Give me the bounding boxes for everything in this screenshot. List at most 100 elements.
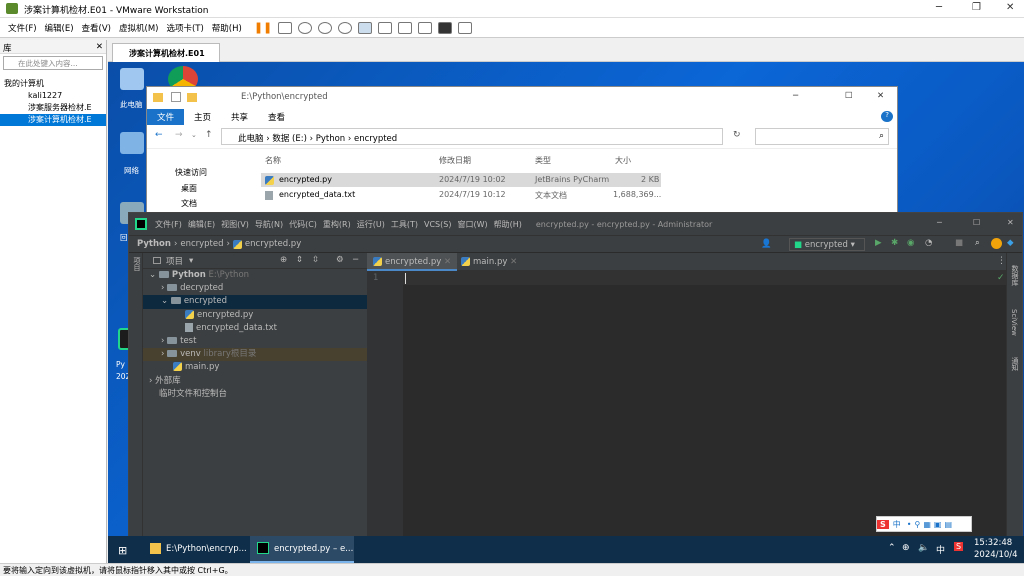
- project-dropdown-icon[interactable]: ▾: [189, 256, 193, 266]
- sogou-tray-icon[interactable]: S: [954, 542, 964, 551]
- tree-item[interactable]: 临时文件和控制台: [143, 388, 367, 401]
- forward-icon[interactable]: →: [175, 130, 183, 140]
- expand-all-icon[interactable]: ⇕: [296, 255, 303, 265]
- pc-menu-file[interactable]: 文件(F): [155, 219, 182, 230]
- vm-tab[interactable]: 涉案计算机检材.E01: [112, 43, 220, 62]
- inspection-ok-icon[interactable]: ✓: [997, 273, 1005, 283]
- volume-icon[interactable]: 🔈: [918, 543, 929, 553]
- sogou-icon[interactable]: S: [877, 519, 889, 529]
- pause-icon[interactable]: ❚❚: [254, 21, 272, 34]
- minimize-icon[interactable]: ─: [936, 2, 942, 13]
- tray-chevron-icon[interactable]: ⌃: [888, 543, 896, 553]
- fullscreen-icon[interactable]: [398, 21, 413, 34]
- explorer-maximize-icon[interactable]: ☐: [845, 91, 853, 101]
- quick-access[interactable]: 快速访问: [175, 167, 207, 178]
- pc-menu-window[interactable]: 窗口(W): [457, 219, 487, 230]
- user-icon[interactable]: 👤: [761, 239, 772, 249]
- explorer-close-icon[interactable]: ✕: [877, 91, 884, 101]
- menu-view[interactable]: 查看(V): [82, 22, 111, 34]
- ime-tools-icon[interactable]: •⚲▦▣▤: [907, 520, 955, 529]
- tree-item[interactable]: › decrypted: [143, 282, 367, 295]
- project-tool-label[interactable]: 项目: [132, 257, 142, 271]
- tree-server-image[interactable]: 涉案服务器检材.E: [0, 102, 106, 114]
- new-folder-icon[interactable]: [187, 93, 197, 102]
- library-view-icon[interactable]: [358, 21, 373, 34]
- taskbar-explorer[interactable]: E:\Python\encryp...: [142, 536, 247, 563]
- crumb-python[interactable]: Python: [316, 134, 345, 144]
- close-icon[interactable]: ✕: [1006, 2, 1014, 13]
- revert-snapshot-icon[interactable]: [318, 21, 333, 34]
- send-keys-icon[interactable]: [278, 21, 293, 34]
- crumb-project[interactable]: Python: [137, 239, 171, 249]
- tree-my-computer[interactable]: 我的计算机: [0, 78, 106, 90]
- ribbon-view[interactable]: 查看: [258, 109, 295, 125]
- crumb-encrypted[interactable]: encrypted: [354, 134, 397, 144]
- explorer-minimize-icon[interactable]: ─: [793, 91, 798, 101]
- notifications-tool-label[interactable]: 通知: [1010, 357, 1020, 371]
- tree-item[interactable]: › 外部库: [143, 375, 367, 388]
- collapse-all-icon[interactable]: ⇳: [312, 255, 319, 265]
- debug-icon[interactable]: ✱: [891, 238, 898, 248]
- input-mode[interactable]: 中: [936, 543, 945, 556]
- profile-icon[interactable]: ◔: [925, 238, 932, 248]
- start-icon[interactable]: ⊞: [118, 544, 127, 557]
- col-size[interactable]: 大小: [615, 155, 631, 166]
- tree-item[interactable]: encrypted.py: [143, 309, 367, 322]
- snapshot-manager-icon[interactable]: [338, 21, 353, 34]
- tab-menu-icon[interactable]: ⋮: [997, 256, 1006, 266]
- pc-menu-navigate[interactable]: 导航(N): [255, 219, 283, 230]
- snapshot-icon[interactable]: [298, 21, 313, 34]
- pc-menu-vcs[interactable]: VCS(S): [424, 220, 451, 229]
- database-tool-label[interactable]: 数据库: [1010, 265, 1020, 286]
- run-icon[interactable]: ▶: [875, 238, 882, 248]
- tree-item[interactable]: ⌄ Python E:\Python: [143, 269, 367, 282]
- tree-item[interactable]: encrypted_data.txt: [143, 322, 367, 335]
- tab-main[interactable]: main.py ✕: [455, 253, 523, 271]
- col-type[interactable]: 类型: [535, 155, 551, 166]
- up-icon[interactable]: ↑: [205, 130, 213, 140]
- update-icon[interactable]: [991, 238, 1002, 249]
- sciview-tool-label[interactable]: SciView: [1010, 309, 1018, 336]
- help-icon[interactable]: ?: [881, 111, 893, 122]
- close-library-icon[interactable]: ✕: [96, 42, 103, 52]
- tree-item[interactable]: › test: [143, 335, 367, 348]
- tree-item[interactable]: ⌄ encrypted: [143, 295, 367, 309]
- tab-encrypted[interactable]: encrypted.py ✕: [367, 253, 458, 271]
- unity-icon[interactable]: [418, 21, 433, 34]
- hide-panel-icon[interactable]: ─: [353, 255, 358, 265]
- pc-menu-edit[interactable]: 编辑(E): [188, 219, 215, 230]
- tree-item[interactable]: main.py: [143, 361, 367, 374]
- menu-help[interactable]: 帮助(H): [212, 22, 242, 34]
- properties-icon[interactable]: [171, 92, 181, 102]
- pc-menu-view[interactable]: 视图(V): [221, 219, 249, 230]
- menu-edit[interactable]: 编辑(E): [45, 22, 74, 34]
- console-icon[interactable]: [438, 21, 453, 34]
- stretch-icon[interactable]: [458, 21, 473, 34]
- ime-mode[interactable]: 中: [893, 519, 901, 530]
- locate-icon[interactable]: ⊕: [280, 255, 287, 265]
- pc-minimize-icon[interactable]: ─: [937, 218, 942, 227]
- jetbrains-ai-icon[interactable]: ◆: [1007, 238, 1014, 248]
- address-bar[interactable]: 此电脑 › 数据 (E:) › Python › encrypted: [221, 128, 723, 145]
- search-everywhere-icon[interactable]: ⌕: [975, 238, 980, 248]
- file-name[interactable]: encrypted_data.txt: [279, 190, 355, 199]
- pc-menu-run[interactable]: 运行(U): [357, 219, 385, 230]
- code-editor[interactable]: ✓: [403, 271, 1008, 536]
- pc-maximize-icon[interactable]: ☐: [973, 218, 980, 227]
- crumb-file[interactable]: encrypted.py: [245, 239, 301, 249]
- ribbon-home[interactable]: 主页: [184, 109, 221, 125]
- col-name[interactable]: 名称: [265, 155, 281, 166]
- maximize-icon[interactable]: ❐: [972, 2, 981, 13]
- pc-menu-refactor[interactable]: 重构(R): [323, 219, 351, 230]
- this-pc-icon[interactable]: [120, 68, 144, 90]
- ribbon-file[interactable]: 文件: [147, 109, 185, 125]
- explorer-search[interactable]: ⌕: [755, 128, 889, 145]
- coverage-icon[interactable]: ◉: [907, 238, 914, 248]
- clock-date[interactable]: 2024/10/4: [974, 550, 1018, 560]
- thumbnail-icon[interactable]: [378, 21, 393, 34]
- recent-icon[interactable]: ⌄: [191, 131, 197, 139]
- clock-time[interactable]: 15:32:48: [974, 538, 1012, 548]
- library-search-input[interactable]: 在此处键入内容...: [3, 56, 103, 70]
- refresh-icon[interactable]: ↻: [733, 130, 741, 140]
- back-icon[interactable]: ←: [155, 130, 163, 140]
